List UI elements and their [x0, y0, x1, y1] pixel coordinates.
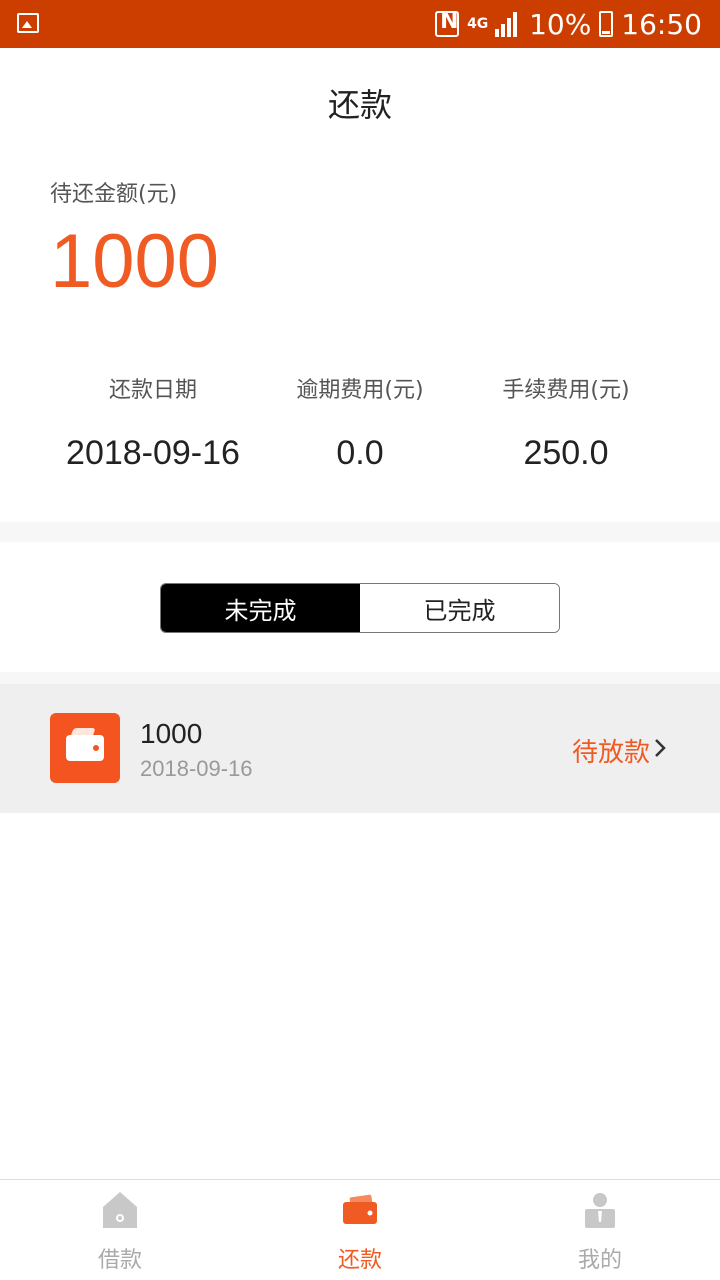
list-item[interactable]: 1000 2018-09-16 待放款 — [0, 684, 720, 813]
home-icon — [103, 1192, 137, 1228]
bottom-tab-bar: 借款 还款 我的 — [0, 1179, 720, 1280]
stat-label: 逾期费用(元) — [296, 378, 424, 403]
wallet-icon — [343, 1194, 377, 1224]
page-title: 还款 — [327, 86, 392, 124]
section-divider — [0, 672, 720, 684]
battery-icon — [599, 11, 614, 37]
due-amount-value: 1000 — [50, 219, 220, 304]
record-status: 待放款 — [571, 738, 650, 768]
tab-borrow[interactable]: 借款 — [0, 1180, 240, 1280]
status-bar: 4G 10% 16:50 — [0, 0, 720, 48]
tab-label: 借款 — [97, 1248, 142, 1273]
stat-value: 250.0 — [523, 434, 609, 472]
stat-value: 0.0 — [336, 434, 384, 472]
network-type: 4G — [467, 16, 489, 32]
record-amount: 1000 — [140, 718, 203, 749]
status-indicators: 4G 10% 16:50 — [435, 7, 702, 41]
tab-incomplete[interactable]: 未完成 — [161, 584, 360, 632]
stat-overdue-fee: 逾期费用(元) 0.0 — [240, 372, 480, 473]
tab-label: 还款 — [337, 1248, 382, 1273]
signal-icon — [495, 11, 521, 37]
tab-repay[interactable]: 还款 — [240, 1180, 480, 1280]
stat-value: 2018-09-16 — [66, 434, 240, 472]
person-icon — [585, 1193, 615, 1228]
stat-label: 还款日期 — [108, 378, 197, 403]
record-date: 2018-09-16 — [140, 756, 253, 781]
stat-repayment-date: 还款日期 2018-09-16 — [33, 372, 273, 473]
stat-service-fee: 手续费用(元) 250.0 — [446, 372, 686, 473]
chevron-right-icon — [655, 739, 666, 757]
tab-completed[interactable]: 已完成 — [360, 584, 559, 632]
battery-percent: 10% — [529, 7, 592, 41]
clock: 16:50 — [621, 7, 702, 41]
status-segment-control: 未完成 已完成 — [160, 583, 560, 633]
tab-mine[interactable]: 我的 — [480, 1180, 720, 1280]
section-divider — [0, 522, 720, 542]
gallery-notification-icon — [17, 13, 39, 33]
wallet-icon — [50, 713, 120, 783]
nfc-icon — [435, 9, 460, 37]
due-amount-label: 待还金额(元) — [50, 182, 178, 207]
stat-label: 手续费用(元) — [502, 378, 630, 403]
tab-label: 我的 — [577, 1248, 622, 1273]
